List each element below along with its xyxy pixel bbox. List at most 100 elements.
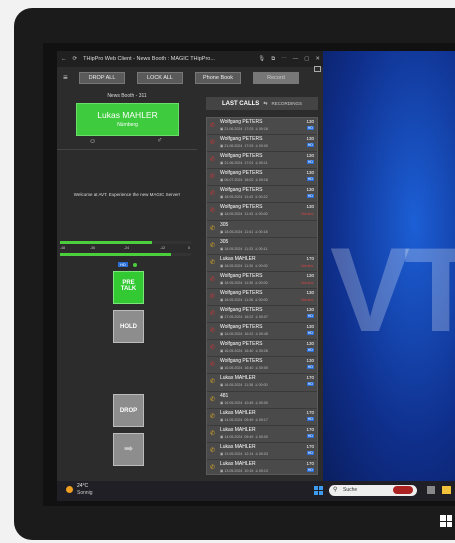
- record-button[interactable]: Record: [253, 72, 299, 84]
- incoming-call-icon: ✆: [210, 123, 216, 129]
- caller-card[interactable]: Lukas MAHLER Nürnberg: [76, 103, 179, 136]
- mic-icon[interactable]: 🎙: [258, 56, 265, 62]
- call-duration: 00:00: [258, 212, 268, 217]
- call-date: 18.05.2024: [224, 212, 243, 217]
- call-list-item[interactable]: ✆ Wolfgang PETERS ▣ 16.05.2024 16:40 ⧖ 00:…: [207, 357, 317, 375]
- call-list-item[interactable]: ✆ Wolfgang PETERS ▣ 21.06.2024 17:03 ⧖ 00:…: [207, 135, 317, 153]
- call-time: 11:43: [244, 195, 254, 200]
- call-date: 16.05.2024: [224, 332, 243, 337]
- title-bar: ← ⟳ THipPro Web Client - News Booth : MA…: [57, 51, 323, 67]
- call-date: 16.05.2024: [224, 349, 243, 354]
- smiley-icon[interactable]: ☺: [89, 138, 96, 145]
- call-duration: 00:00: [258, 366, 268, 371]
- call-extension: 170: [306, 409, 314, 415]
- missed-call-icon: ✆: [210, 208, 216, 215]
- call-duration: 00:11: [258, 246, 268, 251]
- welcome-text: Welcome at AVT. Experience the new MAGIC…: [73, 192, 181, 197]
- last-calls-tab[interactable]: LAST CALLS: [222, 101, 259, 107]
- call-time: 16:22: [244, 315, 254, 320]
- call-list-item[interactable]: ✆ Wolfgang PETERS ▣ 18.05.2024 11:30 ⧖ 00:…: [207, 272, 317, 289]
- windows-logo-icon[interactable]: [440, 515, 452, 527]
- pretalk-button[interactable]: PRE TALK: [113, 271, 144, 304]
- swap-icon[interactable]: ⇆: [263, 101, 267, 107]
- call-time: 11:43: [244, 212, 254, 217]
- weather-icon[interactable]: [66, 486, 73, 493]
- call-list-item[interactable]: ✆ Lukas MAHLER ▣ 13.05.2024 12:14 ⧖ 00:03 1…: [207, 443, 317, 460]
- call-list-item[interactable]: ✆ Wolfgang PETERS ▣ 16.05.2024 16:40 ⧖ 00:…: [207, 340, 317, 358]
- call-extension: 130: [306, 272, 314, 278]
- hold-button[interactable]: HOLD: [113, 310, 144, 343]
- call-name: Lukas MAHLER: [220, 255, 256, 262]
- meter-label: 0: [188, 246, 190, 250]
- back-icon[interactable]: ←: [61, 56, 67, 62]
- expand-icon[interactable]: [314, 66, 321, 72]
- call-list-item[interactable]: ✆ Wolfgang PETERS ▣ 18.05.2024 11:43 ⧖ 00:…: [207, 203, 317, 221]
- start-icon[interactable]: [314, 486, 323, 495]
- call-list-item[interactable]: ✆ Wolfgang PETERS ▣ 21.06.2024 17:01 ⧖ 00:…: [207, 152, 317, 170]
- call-list-item[interactable]: ✆ Wolfgang PETERS ▣ 18.05.2024 11:26 ⧖ 00:…: [207, 289, 317, 307]
- hd-badge: HD: [306, 177, 314, 182]
- share-icon[interactable]: ⧉: [271, 56, 275, 63]
- transfer-button[interactable]: ➡: [113, 433, 144, 466]
- call-list-item[interactable]: ✆ Lukas MAHLER ▣ 16.05.2024 11:38 ⧖ 00:00 1…: [207, 374, 317, 392]
- not-answered-badge: Not Ans.: [301, 212, 314, 217]
- app-window: ← ⟳ THipPro Web Client - News Booth : MA…: [57, 51, 323, 481]
- call-list-item[interactable]: ✆ Wolfgang PETERS ▣ 21.06.2024 17:03 ⧖ 00:…: [207, 118, 317, 136]
- recordings-tab[interactable]: RECORDINGS: [272, 101, 303, 106]
- call-name: Lukas MAHLER: [220, 426, 256, 433]
- call-list-item[interactable]: ✆ Wolfgang PETERS ▣ 17.05.2024 16:22 ⧖ 00:…: [207, 306, 317, 324]
- call-list-item[interactable]: ✆ Lukas MAHLER ▣ 13.05.2024 10:15 ⧖ 00:13 1…: [207, 460, 317, 474]
- explorer-icon[interactable]: [442, 486, 451, 494]
- call-meta: ▣ 16.05.2024 16:40 ⧖ 00:00: [220, 366, 268, 370]
- outgoing-call-icon: ✆: [210, 259, 216, 266]
- window-title: THipPro Web Client - News Booth : MAGIC …: [83, 56, 215, 62]
- call-list-item[interactable]: ✆ Lukas MAHLER ▣ 14.05.2024 09:49 ⧖ 00:00 1…: [207, 426, 317, 443]
- maximize-icon[interactable]: ▢: [304, 56, 309, 62]
- outgoing-call-icon: ✆: [210, 396, 216, 403]
- hamburger-icon[interactable]: ≡: [63, 73, 68, 82]
- call-name: 305: [220, 238, 229, 245]
- call-list-item[interactable]: ✆ 305 ▣ 18.05.2024 11:41 ⧖ 00:18: [207, 221, 317, 238]
- call-meta: ▣ 17.05.2024 16:22 ⧖ 00:07: [220, 315, 268, 319]
- gender-icon[interactable]: ♂: [157, 137, 162, 144]
- call-name: Wolfgang PETERS: [220, 136, 263, 143]
- call-meta: ▣ 18.05.2024 11:30 ⧖ 00:00: [220, 264, 268, 268]
- call-meta: ▣ 16.05.2024 16:40 ⧖ 00:26: [220, 349, 268, 353]
- call-list-item[interactable]: ✆ Lukas MAHLER ▣ 18.05.2024 11:30 ⧖ 00:00 1…: [207, 255, 317, 272]
- incoming-call-icon: ✆: [210, 174, 216, 181]
- call-list-item[interactable]: ✆ Wolfgang PETERS ▣ 06.07.2024 18:02 ⧖ 00:…: [207, 169, 317, 187]
- menu-dots-icon[interactable]: ⋯: [281, 56, 287, 62]
- phone-book-button[interactable]: Phone Book: [195, 72, 241, 84]
- call-date: 13.05.2024: [224, 468, 243, 473]
- call-date: 21.06.2024: [224, 127, 243, 131]
- call-duration: 00:07: [258, 315, 268, 320]
- call-extension: 130: [306, 324, 314, 330]
- call-list-item[interactable]: ✆ Lukas MAHLER ▣ 14.05.2024 09:49 ⧖ 00:17 1…: [207, 409, 317, 426]
- drop-all-button[interactable]: DROP ALL: [79, 72, 125, 84]
- call-name: Wolfgang PETERS: [220, 187, 263, 194]
- call-date: 06.07.2024: [224, 178, 243, 183]
- call-meta: ▣ 21.06.2024 17:03 ⧖ 00:18: [220, 127, 268, 131]
- desktop-wallpaper: VT: [320, 51, 455, 481]
- refresh-icon[interactable]: ⟳: [73, 56, 78, 62]
- call-list-item[interactable]: ✆ 481 ▣ 16.05.2024 10:45 ⧖ 00:00: [207, 392, 317, 409]
- call-list-item[interactable]: ✆ Wolfgang PETERS ▣ 16.05.2024 16:22 ⧖ 00:…: [207, 323, 317, 341]
- call-date: 18.05.2024: [224, 246, 243, 251]
- search-box[interactable]: ⚲ Suche: [329, 485, 417, 496]
- call-duration: 00:00: [258, 280, 268, 285]
- call-list-item[interactable]: ✆ Wolfgang PETERS ▣ 18.05.2024 11:43 ⧖ 00:…: [207, 186, 317, 204]
- call-duration: 00:03: [258, 451, 268, 456]
- close-icon[interactable]: ✕: [315, 56, 320, 62]
- task-view-icon[interactable]: [427, 486, 435, 494]
- call-meta: ▣ 16.05.2024 16:22 ⧖ 00:45: [220, 332, 268, 336]
- call-extension: 170: [306, 460, 314, 466]
- meter-label: -48: [60, 246, 66, 250]
- drop-button[interactable]: DROP: [113, 394, 144, 427]
- call-list-item[interactable]: ✆ 305 ▣ 18.05.2024 11:33 ⧖ 00:11: [207, 238, 317, 255]
- minimize-icon[interactable]: —: [293, 56, 299, 62]
- call-extension: 130: [306, 170, 314, 176]
- call-date: 18.05.2024: [224, 229, 243, 234]
- incoming-call-icon: ✆: [210, 362, 216, 369]
- lock-all-button[interactable]: LOCK ALL: [137, 72, 183, 84]
- call-meta: ▣ 21.06.2024 17:01 ⧖ 00:11: [220, 161, 268, 165]
